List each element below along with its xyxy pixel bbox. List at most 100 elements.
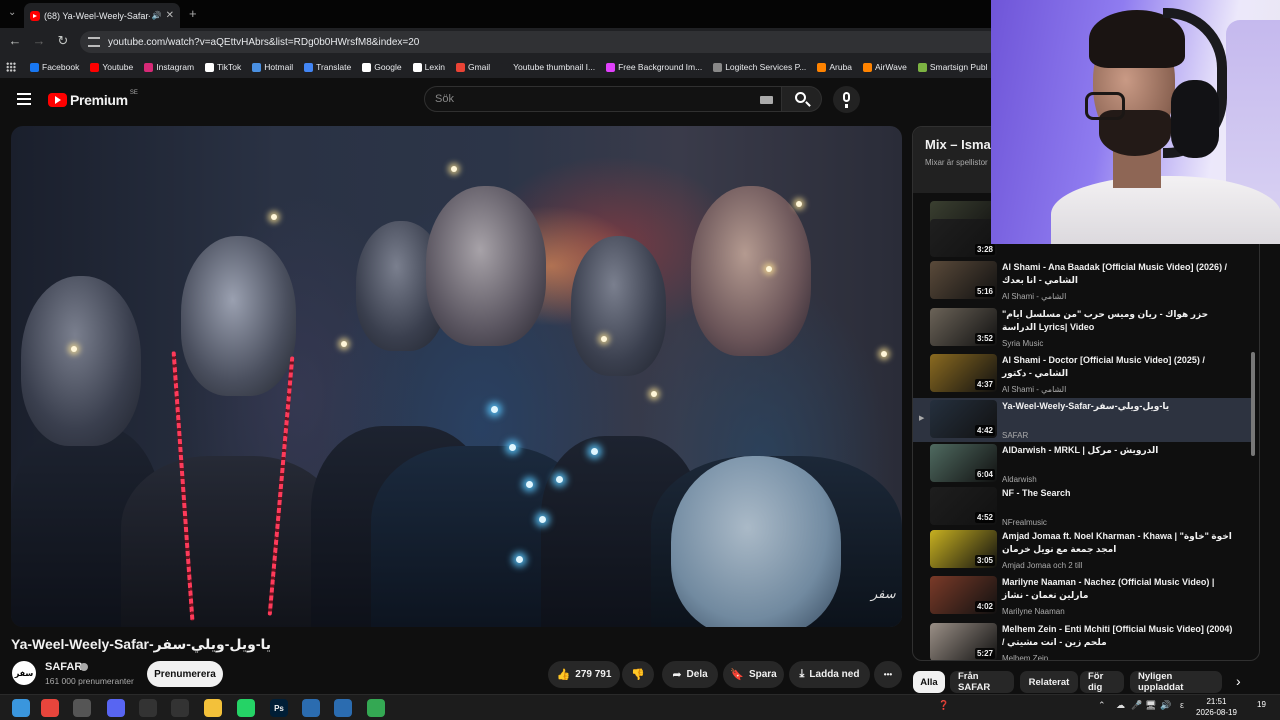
browser-tab[interactable]: (68) Ya-Weel-Weely-Safar-... 🔊 ✕: [24, 3, 180, 28]
filter-chip[interactable]: Från SAFAR: [950, 671, 1014, 693]
playlist-thumbnail[interactable]: 4:42: [930, 400, 997, 438]
settings-app-icon[interactable]: [73, 699, 91, 717]
back-arrow-icon[interactable]: ←: [6, 33, 24, 48]
filter-chip[interactable]: För dig: [1080, 671, 1124, 693]
playlist-item[interactable]: 3:52 "حزر هواك - ريان وميس حرب "من مسلسل …: [913, 306, 1251, 350]
channel-name[interactable]: SAFAR: [45, 661, 82, 673]
save-button[interactable]: 🔖 Spara: [723, 661, 784, 688]
bookmark-item[interactable]: Translate: [304, 62, 351, 72]
playlist-item[interactable]: 4:37 Al Shami - Doctor [Official Music Vi…: [913, 352, 1251, 396]
whatsapp-icon[interactable]: [237, 699, 255, 717]
chrome-icon[interactable]: [367, 699, 385, 717]
tab-search-chevron-icon[interactable]: ⌄: [8, 7, 16, 18]
bookmark-label: AirWave: [875, 62, 907, 72]
app-icon[interactable]: [171, 699, 189, 717]
playlist-item[interactable]: 4:52 NF - The Search NFrealmusic: [913, 485, 1251, 529]
bookmark-item[interactable]: AirWave: [863, 62, 907, 72]
bookmark-label: Gmail: [467, 62, 491, 72]
bookmark-item[interactable]: Google: [362, 62, 402, 72]
menu-hamburger-icon[interactable]: [17, 93, 31, 105]
tray-icon[interactable]: ☁: [1116, 700, 1125, 711]
voice-search-button[interactable]: [833, 86, 860, 113]
playlist-thumbnail[interactable]: 3:05: [930, 530, 997, 568]
playlist-thumbnail[interactable]: 3:52: [930, 308, 997, 346]
discord-icon[interactable]: [107, 699, 125, 717]
tray-chevron-icon[interactable]: ⌃: [1098, 700, 1106, 711]
bookmark-item[interactable]: Aruba: [817, 62, 852, 72]
apps-grid-icon[interactable]: [6, 62, 16, 72]
playlist-thumbnail[interactable]: 6:04: [930, 444, 997, 482]
headphones: [1171, 80, 1219, 158]
playlist-thumbnail[interactable]: 4:37: [930, 354, 997, 392]
bookmark-item[interactable]: Lexin: [412, 62, 445, 72]
keyboard-language-icon[interactable]: ε: [1180, 700, 1184, 710]
site-info-icon[interactable]: [88, 37, 100, 47]
bookmark-item[interactable]: Gmail: [455, 62, 491, 72]
app-icon[interactable]: [302, 699, 320, 717]
video-light: [796, 201, 802, 207]
youtube-premium-logo[interactable]: Premium SE: [48, 90, 138, 108]
filter-chip[interactable]: Relaterat: [1020, 671, 1078, 693]
bookmark-item[interactable]: Youtube thumbnail I...: [501, 62, 595, 72]
forward-arrow-icon[interactable]: →: [30, 33, 48, 48]
youtube-play-logo-icon: [48, 93, 67, 107]
volume-icon[interactable]: 🔊: [1160, 700, 1171, 711]
playlist-item[interactable]: 6:04 AlDarwish - MRKL | الدرويش - مركل Ald…: [913, 442, 1251, 486]
search-input[interactable]: Sök: [424, 86, 782, 112]
bookmark-item[interactable]: Free Background Im...: [606, 62, 702, 72]
notification-count[interactable]: 19: [1257, 700, 1266, 709]
address-bar[interactable]: youtube.com/watch?v=aQEttvHAbrs&list=RDg…: [80, 31, 1000, 53]
app-icon[interactable]: [334, 699, 352, 717]
bookmark-item[interactable]: Youtube: [90, 62, 133, 72]
photoshop-icon[interactable]: Ps: [270, 699, 288, 717]
bookmark-favicon-icon: [863, 62, 872, 72]
duration-badge: 3:28: [974, 244, 995, 255]
bookmark-item[interactable]: Instagram: [144, 62, 194, 72]
help-icon[interactable]: ❓: [938, 700, 949, 711]
playlist-item[interactable]: ▶ 4:42 Ya-Weel-Weely-Safar-يا-ويل-ويلي-سفر…: [913, 398, 1251, 442]
file-explorer-icon[interactable]: [204, 699, 222, 717]
microphone-tray-icon[interactable]: 🎤: [1131, 700, 1142, 711]
keyboard-icon[interactable]: [760, 96, 773, 104]
channel-avatar[interactable]: سفر: [12, 661, 36, 685]
chips-next-arrow-icon[interactable]: ›: [1236, 673, 1241, 689]
share-button[interactable]: ➦ Dela: [662, 661, 718, 688]
playlist-thumbnail[interactable]: 4:02: [930, 576, 997, 614]
taskbar-clock[interactable]: 21:51 2026-08-19: [1196, 696, 1237, 718]
reload-icon[interactable]: ↻: [54, 33, 72, 49]
playlist-scrollbar[interactable]: [1251, 352, 1255, 456]
playlist-thumbnail[interactable]: 5:27: [930, 623, 997, 660]
new-tab-icon[interactable]: +: [189, 6, 197, 21]
video-player[interactable]: سفر: [11, 126, 902, 627]
playlist-item-title: NF - The Search: [1002, 488, 1071, 498]
playlist-thumbnail[interactable]: 4:52: [930, 487, 997, 525]
playlist-item[interactable]: 3:05 Amjad Jomaa ft. Noel Kharman - Khawa…: [913, 528, 1251, 572]
playlist-thumbnail[interactable]: 5:16: [930, 261, 997, 299]
playlist-item[interactable]: 5:27 Melhem Zein - Enti Mchiti [Official …: [913, 621, 1251, 660]
subscribe-button[interactable]: Prenumerera: [147, 661, 223, 687]
close-tab-icon[interactable]: ✕: [166, 10, 174, 21]
app-icon[interactable]: [139, 699, 157, 717]
bookmark-item[interactable]: Logitech Services P...: [713, 62, 806, 72]
bookmark-label: Youtube thumbnail I...: [513, 62, 596, 72]
bookmark-item[interactable]: Hotmail: [252, 62, 293, 72]
filter-chip[interactable]: Alla: [913, 671, 945, 693]
like-button[interactable]: 👍 279 791: [548, 661, 620, 688]
bookmark-item[interactable]: Facebook: [30, 62, 79, 72]
search-button[interactable]: [782, 86, 822, 112]
bookmark-item[interactable]: Smartsign Publ: [917, 62, 987, 72]
playlist-thumbnail[interactable]: 3:28: [930, 219, 997, 257]
network-icon[interactable]: 🖥: [1145, 700, 1156, 711]
chrome-icon[interactable]: [41, 699, 59, 717]
windows-start-icon[interactable]: [12, 699, 30, 717]
download-button[interactable]: ⤓ Ladda ned: [789, 661, 870, 688]
playlist-item[interactable]: 5:16 Al Shami - Ana Baadak [Official Musi…: [913, 259, 1251, 303]
playlist-item[interactable]: 4:02 Marilyne Naaman - Nachez (Official M…: [913, 574, 1251, 618]
more-actions-button[interactable]: •••: [874, 661, 902, 688]
playlist-item-title: Marilyne Naaman - Nachez (Official Music…: [1002, 577, 1215, 600]
bookmark-item[interactable]: TikTok: [205, 62, 241, 72]
filter-chip[interactable]: Nyligen uppladdat: [1130, 671, 1222, 693]
duration-badge: 3:52: [974, 333, 995, 344]
webcam-person: [1085, 92, 1125, 120]
dislike-button[interactable]: 👎: [622, 661, 654, 688]
